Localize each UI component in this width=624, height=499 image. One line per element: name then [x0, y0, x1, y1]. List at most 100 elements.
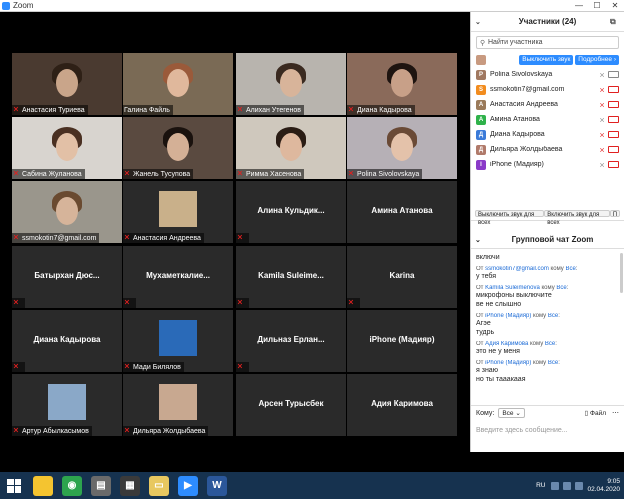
avatar [476, 54, 486, 65]
participant-tile[interactable]: ⨯ Дильяра Жолдыбаева [123, 374, 233, 436]
mic-status-icon[interactable]: ⨯ [598, 116, 606, 124]
clock[interactable]: 9:05 02.04.2020 [587, 478, 620, 494]
mic-muted-icon: ⨯ [124, 427, 130, 434]
chat-message: От iPhone (Мадияр) кому Все: я знаю но ты … [476, 360, 619, 384]
participant-tile[interactable]: ⨯ Алихан Утегенов [236, 53, 346, 115]
close-button[interactable]: ✕ [606, 1, 624, 10]
participant-row[interactable]: Д Диана Кадырова ⨯ [471, 127, 624, 142]
camera-status-icon[interactable] [608, 146, 619, 153]
participant-row[interactable]: Д Дильяра Жолдыбаева ⨯ [471, 142, 624, 157]
taskbar-chrome-icon[interactable]: ◉ [62, 475, 82, 496]
chat-options-icon[interactable]: ⋯ [612, 409, 619, 417]
mic-muted-icon: ⨯ [13, 427, 19, 434]
profile-picture [159, 191, 197, 227]
participant-tile[interactable]: Дильназ Ерлан... ⨯ [236, 310, 346, 372]
participants-more-button[interactable]: П [609, 210, 620, 218]
participant-name: Анастасия Андреева [490, 101, 558, 108]
camera-status-icon[interactable] [608, 71, 619, 78]
participant-tile[interactable]: ⨯ Анастасия Андреева [123, 181, 233, 243]
message-text: включи [476, 254, 500, 261]
participant-name-center: Дильназ Ерлан... [257, 335, 325, 344]
mic-status-icon[interactable]: ⨯ [598, 86, 606, 94]
participant-name: Жанель Тусупова [133, 170, 191, 178]
participant-tile[interactable]: Диана Кадырова ⨯ [12, 310, 122, 372]
file-button[interactable]: ▯ Файл [585, 409, 606, 417]
participant-row[interactable]: Sssmokotin7@gmail.com ⨯ [471, 82, 624, 97]
participant-tile[interactable]: Батырхан Дюс... ⨯ [12, 246, 122, 308]
participant-search-input[interactable]: ⚲ Найти участника [476, 36, 619, 49]
to-prefix: кому [532, 313, 547, 319]
taskbar-explorer-icon[interactable] [33, 475, 53, 496]
participant-row-host[interactable]: Выключить звук Подробнее › [471, 52, 624, 67]
participant-tile[interactable]: Адия Каримова [347, 374, 457, 436]
message-text: но ты тааакаая [476, 376, 526, 383]
mute-participant-button[interactable]: Выключить звук [519, 54, 574, 65]
taskbar-word-icon[interactable]: W [207, 475, 227, 496]
participant-tile[interactable]: ⨯ Мади Билялов [123, 310, 233, 372]
taskbar-printer-icon[interactable]: ▤ [91, 475, 111, 496]
taskbar-zoom-icon[interactable]: ▶ [178, 475, 198, 496]
name-tag: ⨯ Анастасия Туриева [12, 105, 88, 115]
clock-date: 02.04.2020 [587, 485, 620, 493]
participant-tile[interactable]: Мухаметкалие... ⨯ [123, 246, 233, 308]
network-icon[interactable] [551, 481, 560, 490]
more-button[interactable]: Подробнее › [575, 54, 619, 65]
file-label: Файл [590, 410, 606, 417]
participant-name: Анастасия Туриева [22, 106, 85, 114]
participant-tile[interactable]: ⨯ Жанель Тусупова [123, 117, 233, 179]
participant-row[interactable]: А Анастасия Андреева ⨯ [471, 97, 624, 112]
participant-tile[interactable]: Алина Кульдик... ⨯ [236, 181, 346, 243]
participant-tile[interactable]: Karina ⨯ [347, 246, 457, 308]
camera-status-icon[interactable] [608, 86, 619, 93]
participant-row[interactable]: IiPhone (Мадияр) ⨯ [471, 157, 624, 172]
start-button[interactable] [4, 476, 24, 496]
participant-tile[interactable]: iPhone (Мадияр) [347, 310, 457, 372]
name-tag: ⨯ [12, 362, 25, 372]
camera-status-icon[interactable] [608, 116, 619, 123]
maximize-button[interactable]: ☐ [588, 1, 606, 10]
mic-muted-icon: ⨯ [124, 299, 130, 306]
participant-tile[interactable]: ⨯ Римма Хасенова [236, 117, 346, 179]
chat-scrollbar[interactable] [620, 253, 623, 293]
mic-status-icon[interactable]: ⨯ [598, 161, 606, 169]
chevron-down-icon[interactable]: ⌄ [475, 236, 485, 244]
popout-icon[interactable]: ⧉ [610, 17, 620, 27]
participant-tile[interactable]: Kamila Suleime... ⨯ [236, 246, 346, 308]
participant-rows: P Polina Sivolovskaya ⨯ Sssmokotin7@gmail.c… [471, 67, 624, 172]
mic-status-icon[interactable]: ⨯ [598, 101, 606, 109]
participant-name: ssmokotin7@gmail.com [490, 86, 565, 93]
mic-status-icon[interactable]: ⨯ [598, 146, 606, 154]
taskbar: ◉ ▤ ▦ ▭ ▶ W RU 9:05 02.04.2020 [0, 452, 624, 499]
participant-tile[interactable]: ⨯ Артур Абылкасымов [12, 374, 122, 436]
mic-status-icon[interactable]: ⨯ [598, 131, 606, 139]
mute-all-button[interactable]: Выключить звук для всех [475, 210, 545, 226]
chat-recipient-bar: Кому: Все ⌄ ▯ Файл ⋯ [471, 405, 624, 420]
unmute-all-button[interactable]: Включить звук для всех [544, 210, 610, 226]
camera-status-icon[interactable] [608, 131, 619, 138]
participant-name: Мади Билялов [133, 363, 181, 371]
volume-icon[interactable] [563, 481, 572, 490]
taskbar-app-icon[interactable]: ▦ [120, 475, 140, 496]
participant-row[interactable]: P Polina Sivolovskaya ⨯ [471, 67, 624, 82]
participant-tile[interactable]: Галина Файль [123, 53, 233, 115]
taskbar-folder-icon[interactable]: ▭ [149, 475, 169, 496]
participant-tile[interactable]: ⨯ Сабина Жуланова [12, 117, 122, 179]
mic-status-icon[interactable]: ⨯ [598, 71, 606, 79]
participant-tile[interactable]: ⨯ Диана Кадырова [347, 53, 457, 115]
message-text: Агэе [476, 320, 491, 327]
minimize-button[interactable]: — [570, 1, 588, 10]
chevron-down-icon[interactable]: ⌄ [475, 18, 485, 26]
participant-tile[interactable]: Амина Атанова [347, 181, 457, 243]
participant-tile[interactable]: ⨯ Анастасия Туриева [12, 53, 122, 115]
battery-icon[interactable] [575, 481, 584, 490]
participant-name: Polina Sivolovskaya [490, 71, 553, 78]
participant-tile[interactable]: ⨯ ssmokotin7@gmail.com [12, 181, 122, 243]
camera-status-icon[interactable] [608, 101, 619, 108]
participant-tile[interactable]: Арсен Турысбек [236, 374, 346, 436]
participant-row[interactable]: А Амина Атанова ⨯ [471, 112, 624, 127]
chat-message-input[interactable]: Введите здесь сообщение... [476, 422, 619, 438]
recipient-select[interactable]: Все ⌄ [498, 408, 525, 418]
language-indicator[interactable]: RU [536, 482, 545, 489]
participant-tile[interactable]: ⨯ Polina Sivolovskaya [347, 117, 457, 179]
camera-status-icon[interactable] [608, 161, 619, 168]
